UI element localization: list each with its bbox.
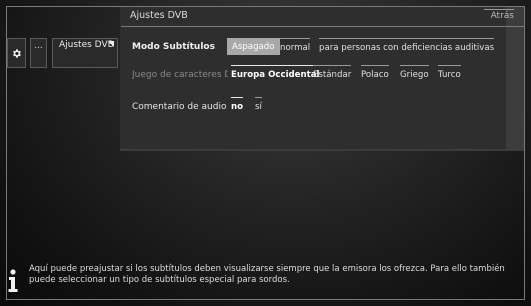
charset-label: Juego de caracteres DVB	[132, 70, 228, 80]
info-icon	[8, 269, 18, 292]
subtitle-mode-option-off[interactable]: Aspagado	[227, 38, 280, 55]
dvb-settings-nav-label: Ajustes DVB	[59, 40, 114, 50]
charset-option-standard[interactable]: Estándar	[313, 65, 352, 80]
more-options-button[interactable]: ...	[30, 38, 47, 68]
help-info-text: Aquí puede preajustar si los subtítulos …	[29, 264, 505, 285]
subtitle-mode-option-hearing-impaired[interactable]: para personas con deficiencias auditivas	[319, 38, 495, 53]
gear-icon	[13, 48, 21, 58]
dvb-settings-nav-button[interactable]: Ajustes DVB	[52, 38, 118, 68]
back-button[interactable]: Atrás	[484, 9, 514, 21]
dialog-title: Ajustes DVB	[130, 10, 188, 21]
charset-option-turkish[interactable]: Turco	[438, 65, 461, 80]
subtitle-mode-option-normal[interactable]: normal	[280, 38, 311, 53]
settings-gear-button[interactable]	[7, 38, 26, 68]
audio-comment-option-no[interactable]: no	[231, 97, 244, 112]
subtitle-mode-label: Modo Subtítulos	[132, 42, 215, 52]
charset-option-greek[interactable]: Griego	[400, 65, 429, 80]
corner-marker-icon	[108, 41, 114, 47]
charset-option-polish[interactable]: Polaco	[361, 65, 389, 80]
audio-comment-label: Comentario de audio	[132, 102, 227, 112]
title-divider	[121, 26, 524, 27]
charset-option-western-europe[interactable]: Europa Occidental	[231, 65, 320, 80]
audio-comment-option-yes[interactable]: sí	[255, 97, 262, 112]
